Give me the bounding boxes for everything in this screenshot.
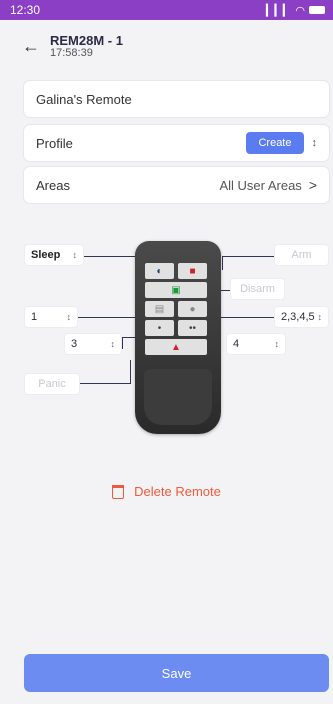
sleep-select[interactable]: Sleep ↕ [24, 244, 84, 266]
profile-label: Profile [36, 135, 73, 151]
trash-icon [112, 484, 125, 499]
wifi-icon: ◠ [295, 4, 305, 17]
updown-icon: ↕ [72, 250, 78, 260]
profile-actions: Create ↕ [246, 132, 317, 154]
status-icons: ▎▎▎ ◠ [266, 4, 325, 17]
profile-field[interactable]: Profile Create ↕ [24, 125, 329, 161]
updown-icon: ↕ [110, 339, 116, 349]
areas-label: Areas [36, 177, 70, 193]
page-title: REM28M - 1 [50, 33, 123, 48]
connector-line [80, 383, 130, 384]
connector-line [222, 256, 274, 257]
connector-line [130, 360, 131, 384]
areas-field[interactable]: Areas All User Areas > [24, 167, 329, 203]
remote-button-2: ● [178, 301, 207, 317]
battery-icon [309, 6, 325, 14]
remote-name-field[interactable]: Galina's Remote [24, 81, 329, 117]
remote-name-value: Galina's Remote [36, 91, 132, 107]
button3-select[interactable]: 3 ↕ [64, 333, 122, 355]
delete-remote-button[interactable]: Delete Remote [0, 484, 333, 499]
button4-select-value: 4 [233, 338, 240, 350]
updown-icon: ↕ [66, 312, 72, 322]
panic-select-value: Panic [38, 378, 66, 390]
save-button[interactable]: Save [24, 654, 329, 692]
remote-control-image: ◐ ■ ▣ ▤ ● • •• ▲ [135, 241, 221, 434]
delete-remote-label: Delete Remote [134, 484, 221, 499]
header: ← REM28M - 1 17:58:39 [0, 20, 333, 68]
remote-sleep-button: ◐ [145, 263, 174, 279]
status-bar: 12:30 ▎▎▎ ◠ [0, 0, 333, 20]
button2-select-value: 2,3,4,5 [281, 311, 315, 323]
disarm-select[interactable]: Disarm [230, 278, 285, 300]
button1-select[interactable]: 1 ↕ [24, 306, 78, 328]
page-subtitle: 17:58:39 [50, 47, 93, 59]
sleep-select-value: Sleep [31, 249, 61, 261]
disarm-select-value: Disarm [240, 283, 275, 295]
remote-button-1: ▤ [145, 301, 174, 317]
status-time: 12:30 [10, 3, 41, 17]
remote-bottom-casing [144, 369, 212, 425]
button4-select[interactable]: 4 ↕ [226, 333, 286, 355]
updown-icon: ↕ [274, 339, 280, 349]
remote-config-area: Sleep ↕ Arm Disarm 1 ↕ 2,3,4,5 ↕ 3 ↕ 4 ↕… [0, 230, 333, 434]
arm-select[interactable]: Arm [274, 244, 329, 266]
remote-panic-button: ▲ [145, 339, 207, 355]
signal-icon: ▎▎▎ [266, 4, 292, 17]
remote-arm-button: ■ [178, 263, 207, 279]
create-profile-button[interactable]: Create [246, 132, 304, 154]
areas-value: All User Areas [219, 177, 302, 193]
remote-button-3: • [145, 320, 174, 336]
button2-select[interactable]: 2,3,4,5 ↕ [274, 306, 329, 328]
button3-select-value: 3 [71, 338, 78, 350]
arm-select-value: Arm [291, 249, 312, 261]
areas-value-group: All User Areas > [219, 177, 317, 193]
back-arrow-icon[interactable]: ← [22, 36, 40, 57]
remote-disarm-button: ▣ [145, 282, 207, 298]
updown-icon[interactable]: ↕ [312, 137, 318, 149]
header-text: REM28M - 1 17:58:39 [50, 34, 123, 59]
updown-icon: ↕ [317, 312, 323, 322]
remote-button-4: •• [178, 320, 207, 336]
connector-line [122, 337, 123, 349]
connector-line [222, 256, 223, 270]
chevron-right-icon: > [308, 177, 317, 193]
panic-select[interactable]: Panic [24, 373, 80, 395]
button1-select-value: 1 [31, 311, 38, 323]
